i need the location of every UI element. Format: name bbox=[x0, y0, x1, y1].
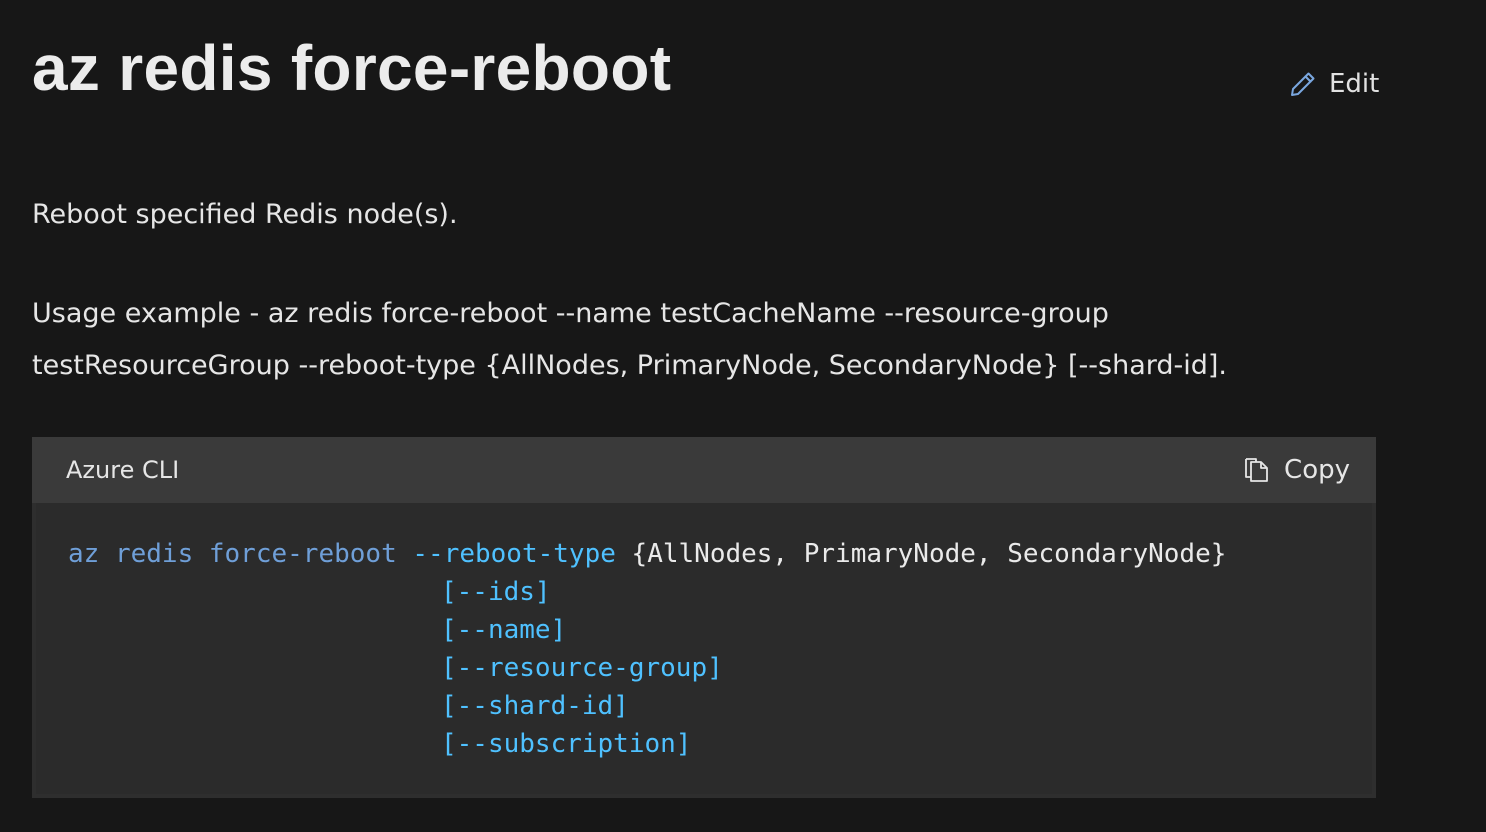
reboot-type-param: --reboot-type bbox=[412, 539, 616, 569]
edit-link[interactable]: Edit bbox=[1289, 64, 1379, 104]
copy-label: Copy bbox=[1284, 455, 1350, 485]
optional-param-subscription: [--subscription] bbox=[441, 729, 692, 759]
command-token: az redis force-reboot bbox=[68, 539, 397, 569]
optional-param-ids: [--ids] bbox=[441, 577, 551, 607]
optional-param-shard-id: [--shard-id] bbox=[441, 691, 629, 721]
usage-example: Usage example - az redis force-reboot --… bbox=[32, 288, 1227, 392]
code-block: Azure CLI Copy az redis force-reboot --r… bbox=[32, 437, 1376, 798]
usage-line-2: testResourceGroup --reboot-type {AllNode… bbox=[32, 350, 1228, 381]
copy-icon bbox=[1244, 456, 1270, 484]
description: Reboot specified Redis node(s). bbox=[32, 199, 458, 230]
optional-param-resource-group: [--resource-group] bbox=[441, 653, 723, 683]
usage-line-1: Usage example - az redis force-reboot --… bbox=[32, 298, 1109, 329]
code-body: az redis force-reboot --reboot-type {All… bbox=[36, 503, 1372, 794]
page-title: az redis force-reboot bbox=[32, 32, 672, 104]
pencil-icon bbox=[1289, 70, 1317, 98]
edit-label: Edit bbox=[1329, 69, 1380, 99]
reboot-type-value: {AllNodes, PrimaryNode, SecondaryNode} bbox=[631, 539, 1227, 569]
language-label: Azure CLI bbox=[66, 456, 180, 484]
code-line-1: az redis force-reboot --reboot-type {All… bbox=[68, 535, 1226, 573]
code-header: Azure CLI Copy bbox=[32, 437, 1376, 503]
copy-button[interactable]: Copy bbox=[1244, 437, 1350, 503]
optional-param-name: [--name] bbox=[441, 615, 567, 645]
